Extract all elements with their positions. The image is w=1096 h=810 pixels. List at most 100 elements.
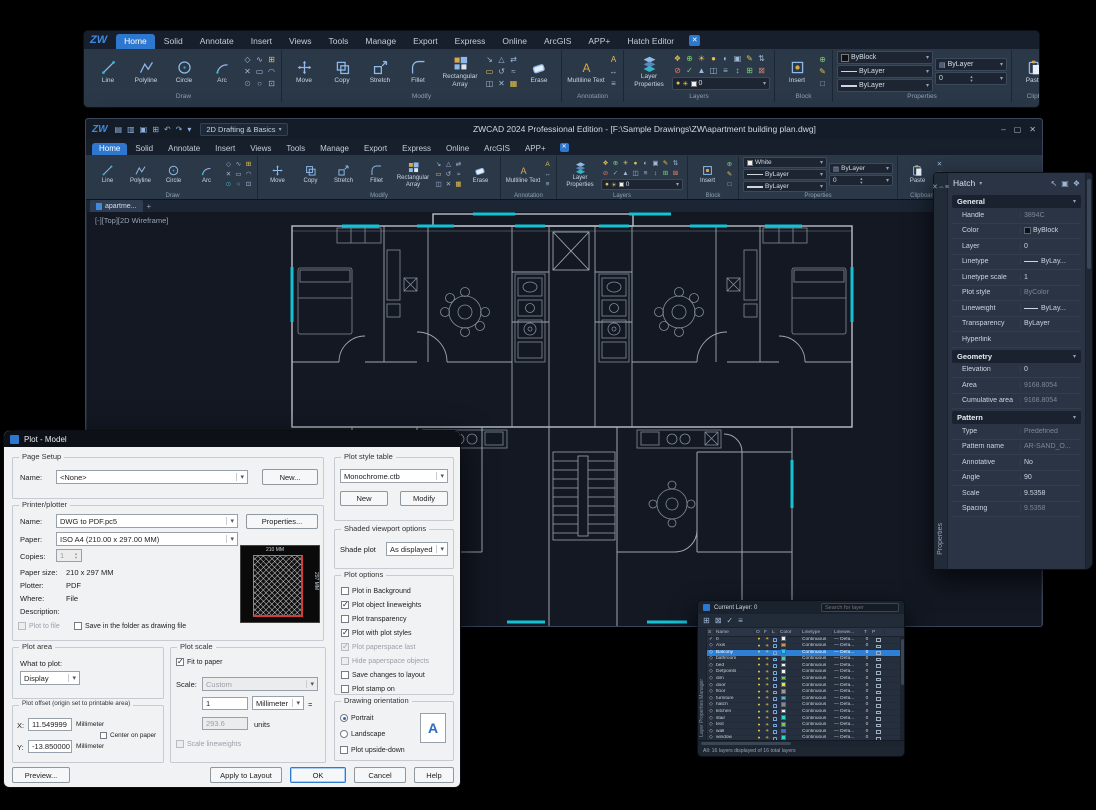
quick-select-icon[interactable]: ▣ — [1061, 179, 1069, 188]
copies-field[interactable]: 1▲▼ — [56, 549, 82, 562]
mini-tool-icon[interactable]: ✕ — [242, 66, 253, 77]
mini-tool-icon[interactable]: ✕ — [935, 160, 944, 169]
layer-linetype[interactable]: Continuous — [801, 676, 833, 683]
ribbon-tab[interactable]: Solid — [128, 143, 160, 155]
mini-tool-icon[interactable]: ↔ — [543, 170, 552, 179]
mini-tool-icon[interactable]: ↘ — [434, 160, 443, 169]
style-new-button[interactable]: New — [340, 491, 388, 506]
arc-button[interactable]: Arc — [191, 164, 222, 185]
layer-lineweight[interactable]: — Defa... — [833, 729, 863, 736]
layer-plot-icon[interactable] — [871, 684, 885, 688]
panel-label[interactable]: Properties — [835, 93, 1009, 102]
panel-label[interactable]: Modify — [284, 93, 559, 102]
mini-tool-icon[interactable]: ≡ — [720, 65, 731, 76]
mini-tool-icon[interactable]: ▲ — [621, 169, 630, 178]
mini-tool-icon[interactable]: ⊡ — [244, 180, 253, 189]
mini-tool-icon[interactable]: ▭ — [234, 170, 243, 179]
maximize-button[interactable]: ▢ — [1014, 125, 1022, 134]
mini-tool-icon[interactable]: ▦ — [454, 180, 463, 189]
mini-tool-icon[interactable]: □ — [725, 180, 734, 189]
minimize-button[interactable]: – — [1001, 125, 1005, 134]
qat-redo-icon[interactable]: ↷ — [175, 125, 184, 134]
plot-to-file-checkbox[interactable]: Plot to file — [18, 619, 60, 633]
layer-transparency[interactable]: 0 — [863, 637, 871, 644]
layer-transparency[interactable]: 0 — [863, 656, 871, 663]
layer-lineweight[interactable]: — Defa... — [833, 696, 863, 703]
property-row[interactable]: Spacing 9.5358 — [952, 502, 1081, 518]
geometry-section-header[interactable]: Geometry — [952, 350, 1081, 363]
layer-lock-icon[interactable] — [771, 677, 779, 681]
mini-tool-icon[interactable]: ⊡ — [266, 78, 277, 89]
layer-plot-icon[interactable] — [871, 697, 885, 701]
layer-transparency[interactable]: 0 — [863, 716, 871, 723]
layer-plot-icon[interactable] — [871, 651, 885, 655]
mini-tool-icon[interactable]: ⊕ — [817, 54, 828, 65]
mini-tool-icon[interactable]: ⊘ — [601, 169, 610, 178]
layer-lineweight[interactable]: — Defa... — [833, 709, 863, 716]
plot-option-checkbox[interactable]: Plot paperspace last — [341, 640, 451, 654]
what-to-plot-combo[interactable]: Display — [20, 671, 80, 685]
column-header[interactable]: O — [755, 630, 763, 635]
property-row[interactable]: Layer 0 — [952, 239, 1081, 255]
mini-tool-icon[interactable]: ▣ — [732, 53, 743, 64]
mini-tool-icon[interactable]: ✕ — [224, 170, 233, 179]
mini-tool-icon[interactable]: ⊞ — [744, 65, 755, 76]
cancel-button[interactable]: Cancel — [354, 767, 406, 783]
ribbon-tab[interactable]: ArcGIS — [536, 34, 579, 49]
property-row[interactable]: Type Predefined — [952, 424, 1081, 440]
mini-tool-icon[interactable]: ◐ — [641, 159, 650, 168]
lineweight-combo[interactable]: ByLayer — [837, 79, 933, 92]
multiline-text-button[interactable]: Multiline Text — [505, 164, 541, 185]
upside-down-checkbox[interactable]: Plot upside-down — [340, 743, 405, 757]
line-button[interactable]: Line — [90, 59, 126, 84]
layer-lineweight[interactable]: — Defa... — [833, 643, 863, 650]
transparency-spinner[interactable]: 0▲▼ — [935, 72, 1007, 85]
layer-transparency[interactable]: 0 — [863, 669, 871, 676]
paper-combo[interactable]: ISO A4 (210.00 x 297.00 MM) — [56, 532, 238, 546]
palette-side-label[interactable]: Properties — [937, 523, 944, 555]
mini-tool-icon[interactable]: ⊙ — [242, 78, 253, 89]
property-row[interactable]: Angle 90 — [952, 471, 1081, 487]
layer-linetype[interactable]: Continuous — [801, 650, 833, 657]
layer-lock-icon[interactable] — [771, 658, 779, 662]
qat-open-icon[interactable]: ▥ — [126, 125, 136, 134]
erase-button[interactable]: Erase — [521, 59, 557, 84]
column-header[interactable]: S — [707, 630, 715, 635]
ribbon-tab[interactable]: Insert — [208, 143, 242, 155]
mini-tool-icon[interactable]: ● — [708, 53, 719, 64]
mini-tool-icon[interactable]: ≡ — [543, 180, 552, 189]
ribbon-tab[interactable]: ArcGIS — [477, 143, 517, 155]
ribbon-tab[interactable]: Annotate — [192, 34, 242, 49]
property-row[interactable]: Handle 3894C — [952, 208, 1081, 224]
move-button[interactable]: Move — [262, 164, 293, 185]
insert-button[interactable]: Insert — [779, 59, 815, 84]
property-row[interactable]: Color ByBlock — [952, 224, 1081, 240]
delete-layer-icon[interactable]: ⊠ — [715, 616, 722, 625]
pattern-section-header[interactable]: Pattern — [952, 411, 1081, 424]
layer-plot-icon[interactable] — [871, 730, 885, 734]
mini-tool-icon[interactable]: ↕ — [732, 65, 743, 76]
plot-option-checkbox[interactable]: Plot transparency — [341, 612, 451, 626]
landscape-radio[interactable]: Landscape — [340, 727, 385, 741]
mini-tool-icon[interactable]: ≡ — [641, 169, 650, 178]
mini-tool-icon[interactable]: ⊞ — [244, 160, 253, 169]
layer-plot-icon[interactable] — [871, 671, 885, 675]
layer-lineweight[interactable]: — Defa... — [833, 656, 863, 663]
preview-button[interactable]: Preview... — [12, 767, 70, 783]
layer-table-vscrollbar[interactable] — [900, 637, 904, 740]
layer-plot-icon[interactable] — [871, 664, 885, 668]
mini-tool-icon[interactable]: ▭ — [484, 66, 495, 77]
apply-to-layout-button[interactable]: Apply to Layout — [210, 767, 282, 783]
ribbon-tab[interactable]: Home — [116, 34, 155, 49]
plot-dialog-title-bar[interactable]: Plot - Model — [4, 431, 460, 447]
layer-properties-button[interactable]: Layer Properties — [561, 161, 599, 188]
plot-option-checkbox[interactable]: Save changes to layout — [341, 668, 451, 682]
mini-tool-icon[interactable]: ▦ — [508, 78, 519, 89]
erase-button[interactable]: Erase — [465, 164, 496, 185]
mini-tool-icon[interactable]: ⊕ — [725, 160, 734, 169]
mini-tool-icon[interactable]: □ — [817, 78, 828, 89]
layer-plot-icon[interactable] — [871, 717, 885, 721]
printer-properties-button[interactable]: Properties... — [246, 514, 318, 529]
document-tab[interactable]: apartme... — [90, 200, 143, 212]
scale-lineweights-checkbox[interactable]: Scale lineweights — [176, 737, 241, 751]
